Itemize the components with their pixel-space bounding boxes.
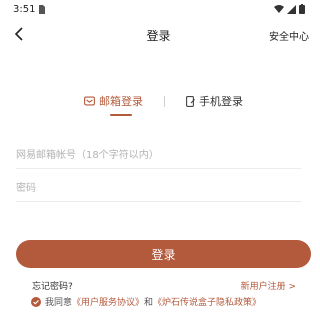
status-bar: 3:51 [0,0,317,20]
nav-bar: 登录 安全中心 [0,20,317,50]
tab-phone-login[interactable]: 手机登录 [186,93,243,109]
user-agreement-link[interactable]: 《用户服务协议》 [72,295,144,308]
tab-phone-label: 手机登录 [199,95,243,108]
tab-email-label: 邮箱登录 [99,95,143,108]
tab-email-login[interactable]: 邮箱登录 [84,93,143,109]
privacy-policy-link[interactable]: 《炉石传说盒子隐私政策》 [153,295,261,308]
register-link[interactable]: 新用户注册 > [241,279,296,292]
agreement-joiner: 和 [144,298,154,308]
login-tabs: 邮箱登录 手机登录 [0,93,317,119]
forgot-password-link[interactable]: 忘记密码? [32,279,73,292]
phone-icon [186,95,195,107]
password-field[interactable] [16,176,301,200]
email-field[interactable] [16,143,301,167]
status-icons [274,4,305,14]
email-field-underline [16,168,301,169]
sim-card-icon [39,5,45,14]
tab-divider [164,96,165,107]
agreement: 我同意 《用户服务协议》 和 《炉石传说盒子隐私政策》 [31,295,261,308]
agreement-prefix: 我同意 [45,298,73,308]
active-tab-indicator [110,114,132,116]
mail-icon [84,96,95,106]
wifi-icon [274,4,284,13]
login-button[interactable]: 登录 [16,240,311,268]
battery-icon [299,4,305,14]
security-center-link[interactable]: 安全中心 [269,28,309,43]
password-field-underline [16,201,301,202]
status-time: 3:51 [13,4,36,15]
signal-icon [287,4,296,14]
checkbox-checked-icon[interactable] [31,296,41,307]
